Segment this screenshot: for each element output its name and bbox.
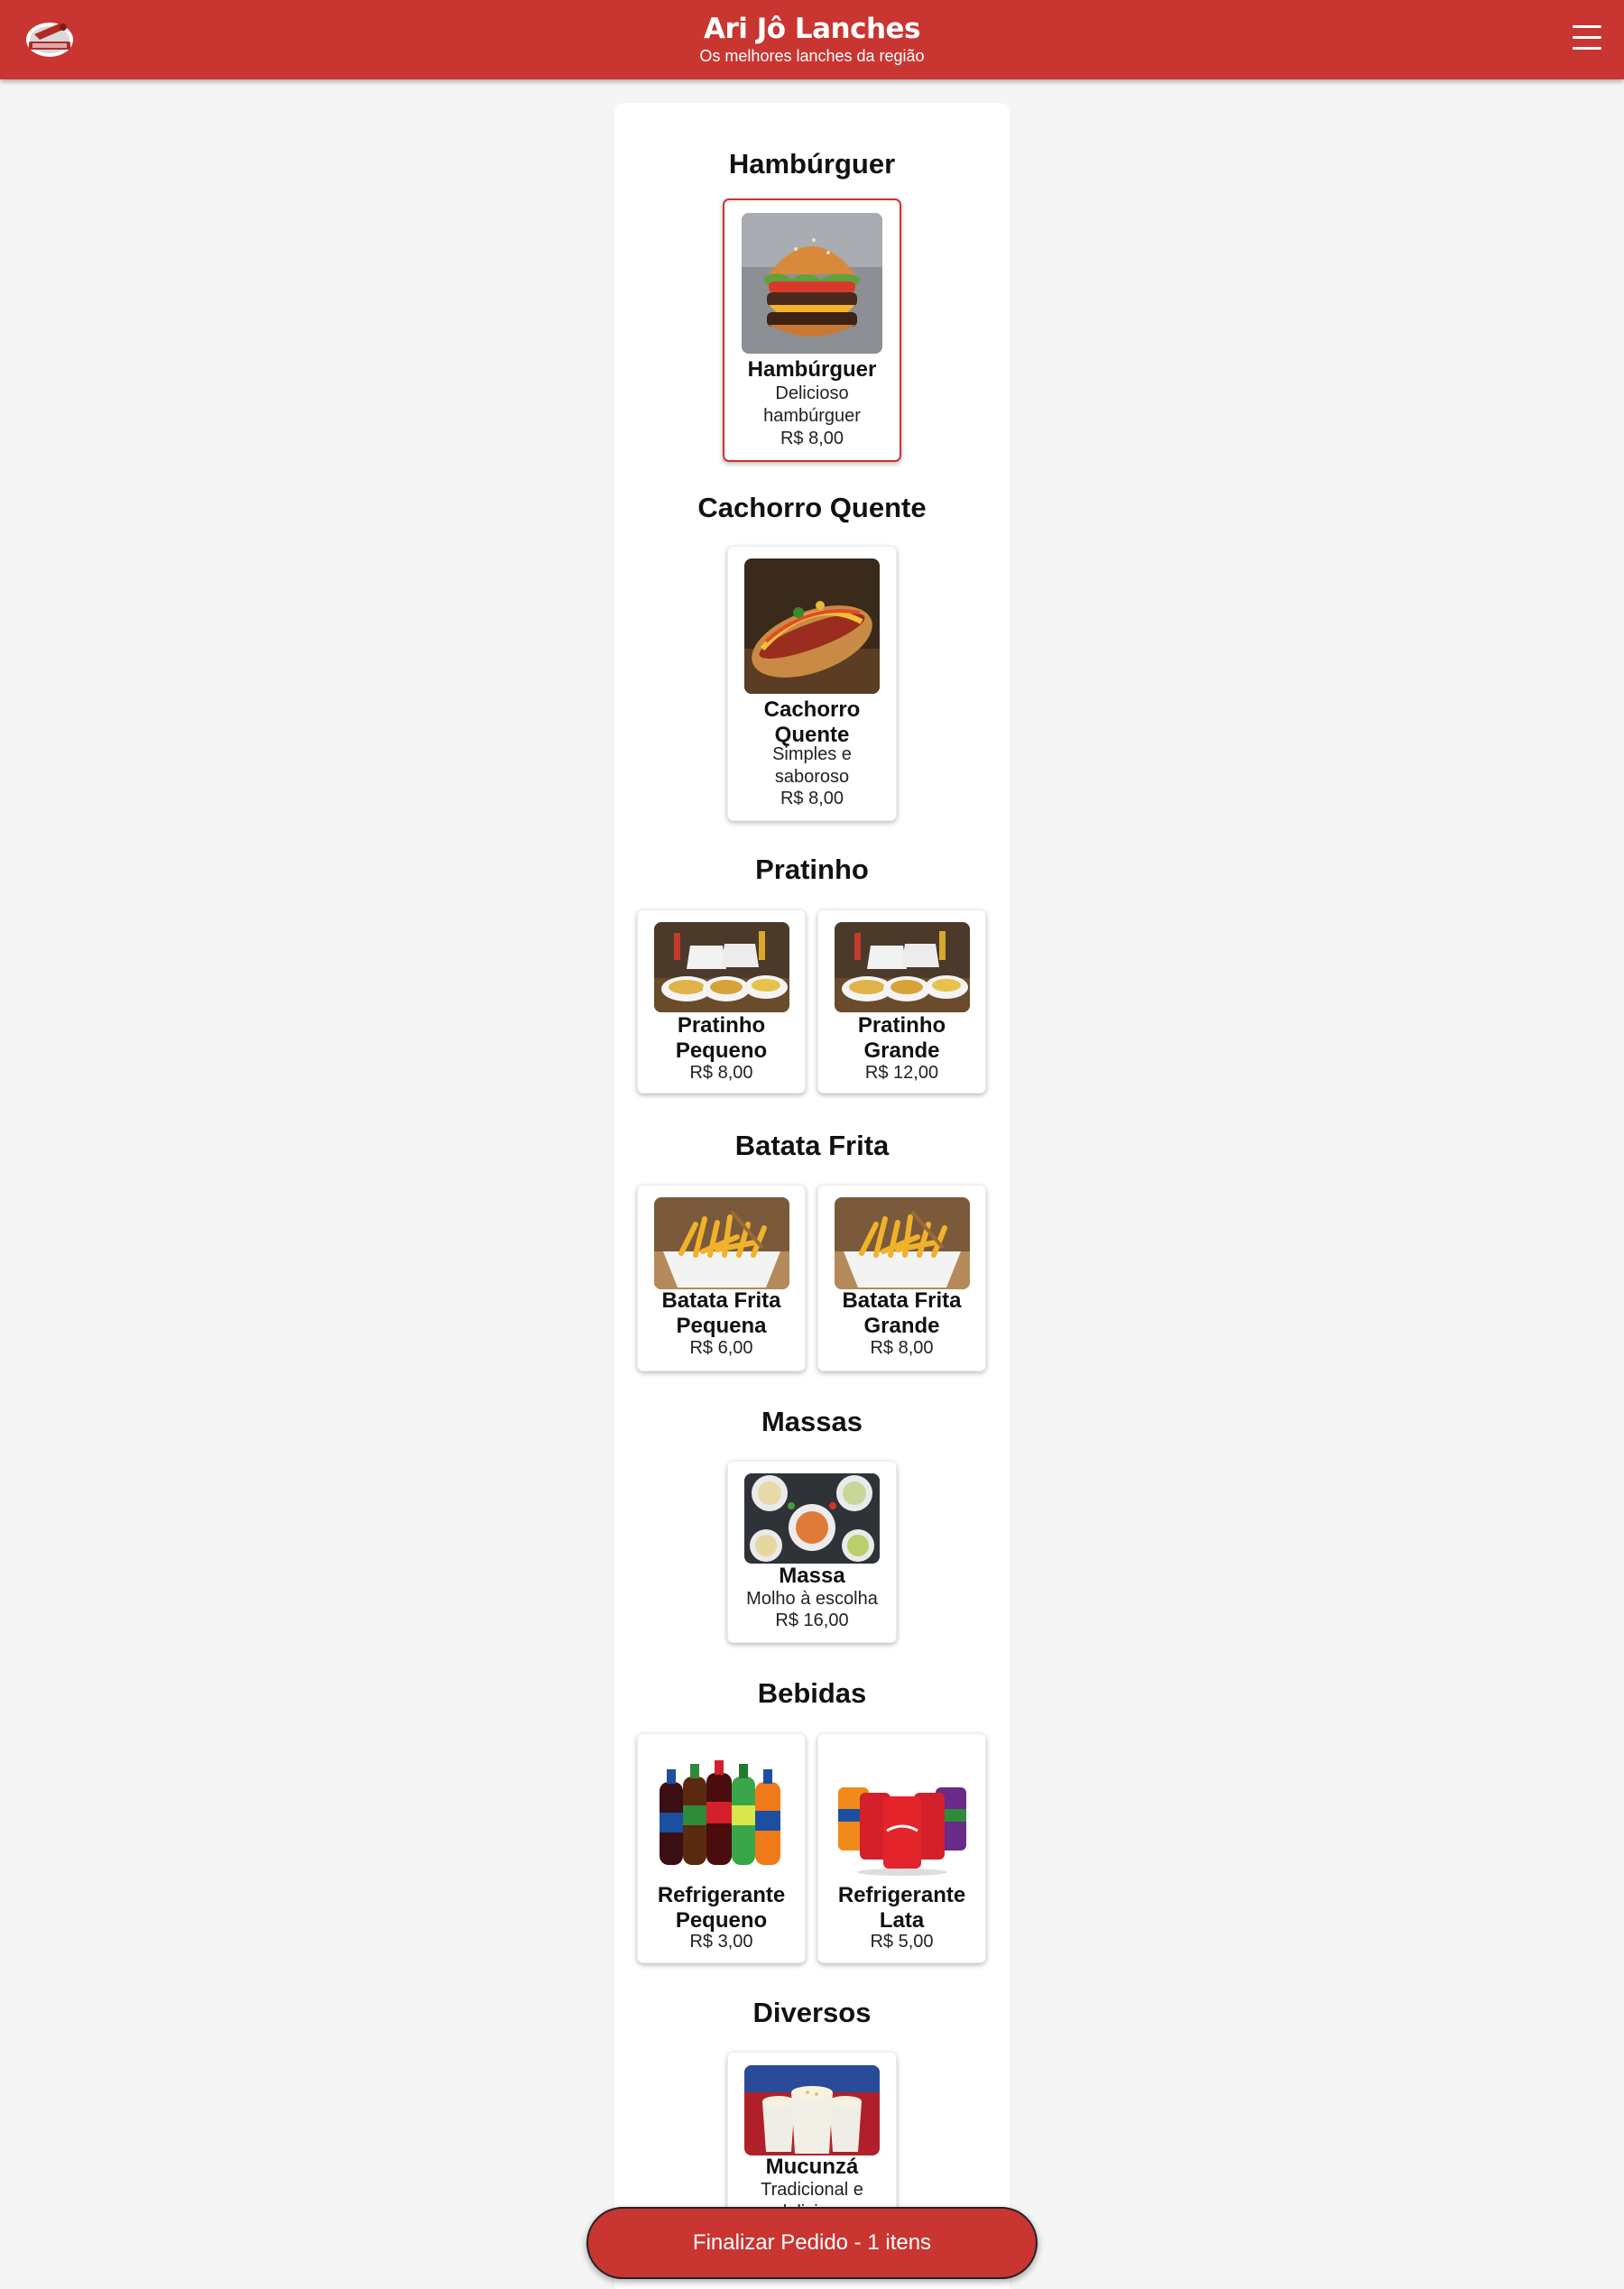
product-description: Delicioso hambúrguer — [763, 383, 861, 426]
section-title-bebidas: Bebidas — [757, 1677, 867, 1709]
product-description: Molho à escolha — [746, 1589, 878, 1609]
hamburguer-image — [742, 213, 882, 354]
refrigerante-lata-image — [835, 1746, 970, 1881]
product-name: Pratinho Grande — [857, 1013, 946, 1063]
product-card-refrigerante-lata[interactable]: Refrigerante Lata R$ 5,00 — [817, 1733, 986, 1963]
product-name: Pratinho Pequeno — [675, 1013, 768, 1063]
section-title-massas: Massas — [761, 1406, 863, 1437]
product-price: R$ 8,00 — [780, 429, 844, 448]
product-name: Refrigerante Lata — [837, 1883, 966, 1933]
product-name: Cachorro Quente — [763, 697, 861, 747]
app-subtitle: Os melhores lanches da região — [699, 47, 925, 65]
section-title-pratinho: Pratinho — [755, 854, 869, 885]
pratinho-pequeno-image — [654, 922, 789, 1012]
product-price: R$ 8,00 — [780, 789, 844, 808]
mucunza-image — [744, 2065, 880, 2155]
product-card-massa[interactable]: Massa Molho à escolha R$ 16,00 — [727, 1461, 897, 1643]
app-title: Ari Jô Lanches — [704, 13, 921, 45]
cachorro-quente-image — [744, 558, 880, 694]
product-name: Massa — [779, 1564, 845, 1588]
product-card-pratinho-grande[interactable]: Pratinho Grande R$ 12,00 — [817, 909, 986, 1094]
product-name: Batata Frita Grande — [842, 1288, 962, 1338]
product-price: R$ 8,00 — [870, 1338, 934, 1358]
top-header: Ari Jô Lanches Os melhores lanches da re… — [0, 0, 1624, 79]
massa-image — [744, 1473, 880, 1564]
product-description: Simples e saboroso — [772, 744, 852, 787]
section-title-hamburguer: Hambúrguer — [728, 148, 896, 180]
product-price: R$ 16,00 — [775, 1611, 849, 1630]
product-card-batata-frita-grande[interactable]: Batata Frita Grande R$ 8,00 — [817, 1185, 986, 1371]
product-card-refrigerante-pequeno[interactable]: Refrigerante Pequeno R$ 3,00 — [637, 1733, 806, 1963]
product-name: Hambúrguer — [747, 357, 877, 382]
product-price: R$ 6,00 — [689, 1338, 753, 1358]
product-price: R$ 5,00 — [870, 1932, 934, 1952]
product-price: R$ 8,00 — [689, 1063, 753, 1083]
product-price: R$ 3,00 — [689, 1932, 753, 1952]
product-card-cachorro-quente[interactable]: Cachorro Quente Simples e saboroso R$ 8,… — [727, 546, 897, 821]
refrigerante-pequeno-image — [654, 1746, 789, 1881]
section-title-cachorro-quente: Cachorro Quente — [697, 492, 927, 523]
product-name: Mucunzá — [765, 2155, 859, 2179]
batata-frita-grande-image — [835, 1197, 970, 1289]
finalize-order-button[interactable]: Finalizar Pedido - 1 itens — [586, 2207, 1038, 2279]
menu-icon[interactable] — [1573, 25, 1601, 52]
product-card-hamburguer[interactable]: Hambúrguer Delicioso hambúrguer R$ 8,00 — [723, 198, 901, 462]
batata-frita-pequena-image — [654, 1197, 789, 1289]
product-name: Refrigerante Pequeno — [657, 1883, 786, 1933]
product-name: Batata Frita Pequena — [661, 1288, 781, 1338]
section-title-batata-frita: Batata Frita — [734, 1130, 890, 1161]
product-card-pratinho-pequeno[interactable]: Pratinho Pequeno R$ 8,00 — [637, 909, 806, 1094]
pratinho-grande-image — [835, 922, 970, 1012]
product-price: R$ 12,00 — [864, 1063, 939, 1083]
product-card-batata-frita-pequena[interactable]: Batata Frita Pequena R$ 6,00 — [637, 1185, 806, 1371]
section-title-diversos: Diversos — [752, 1997, 872, 2028]
